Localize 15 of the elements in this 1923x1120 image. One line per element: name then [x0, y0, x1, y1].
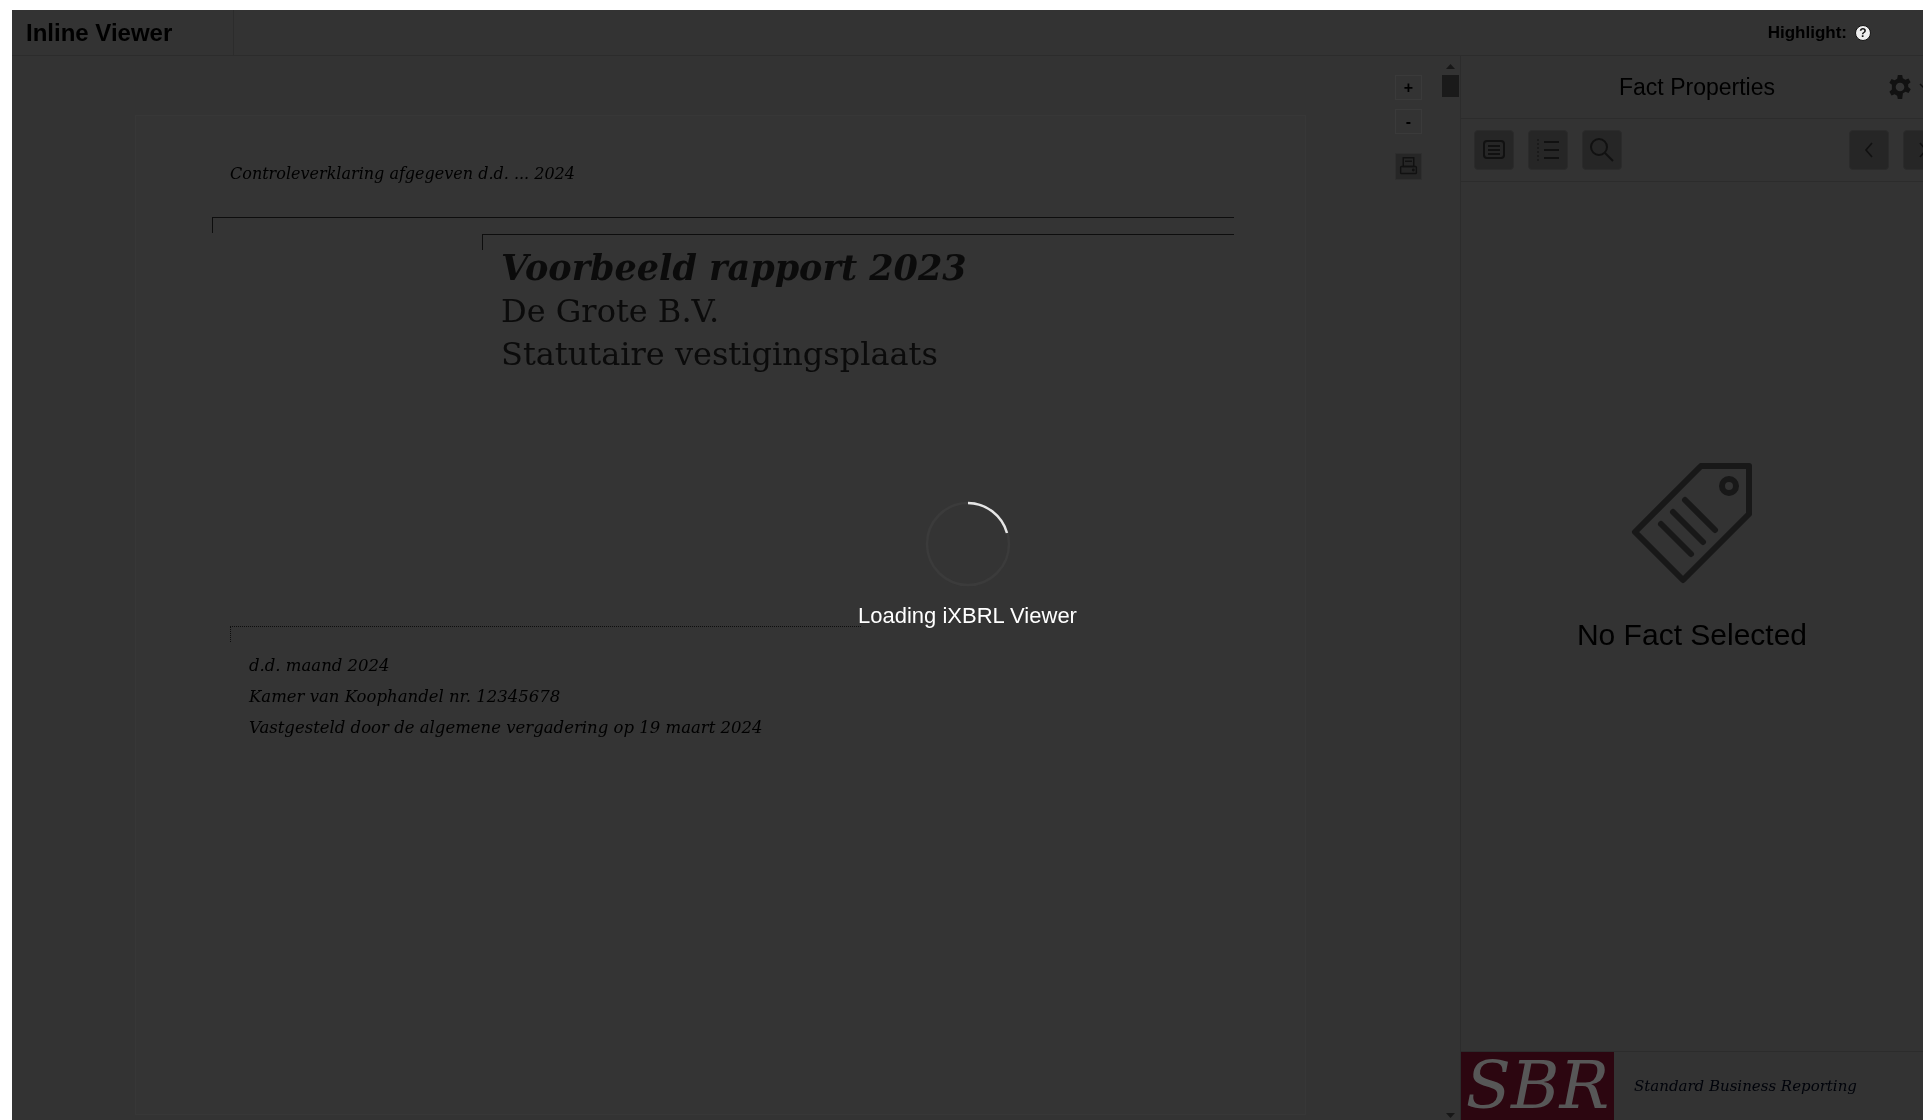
- loading-text: Loading iXBRL Viewer: [858, 603, 1077, 629]
- printer-icon[interactable]: [1395, 153, 1422, 180]
- settings-icon[interactable]: [1887, 74, 1913, 100]
- outline-list-button[interactable]: [1528, 130, 1568, 170]
- document-view-button[interactable]: [1474, 130, 1514, 170]
- scrollbar-thumb[interactable]: [1442, 75, 1459, 97]
- search-button[interactable]: [1582, 130, 1622, 170]
- help-button[interactable]: ?: [1855, 24, 1871, 41]
- zoom-in-button[interactable]: +: [1395, 75, 1422, 100]
- sbr-logo: SBR: [1461, 1052, 1614, 1120]
- tag-icon: [1631, 461, 1753, 584]
- scroll-down-arrow-icon[interactable]: [1446, 1113, 1455, 1118]
- zoom-out-button[interactable]: -: [1395, 109, 1422, 134]
- scroll-up-arrow-icon[interactable]: [1446, 64, 1455, 69]
- previous-button[interactable]: [1849, 130, 1889, 170]
